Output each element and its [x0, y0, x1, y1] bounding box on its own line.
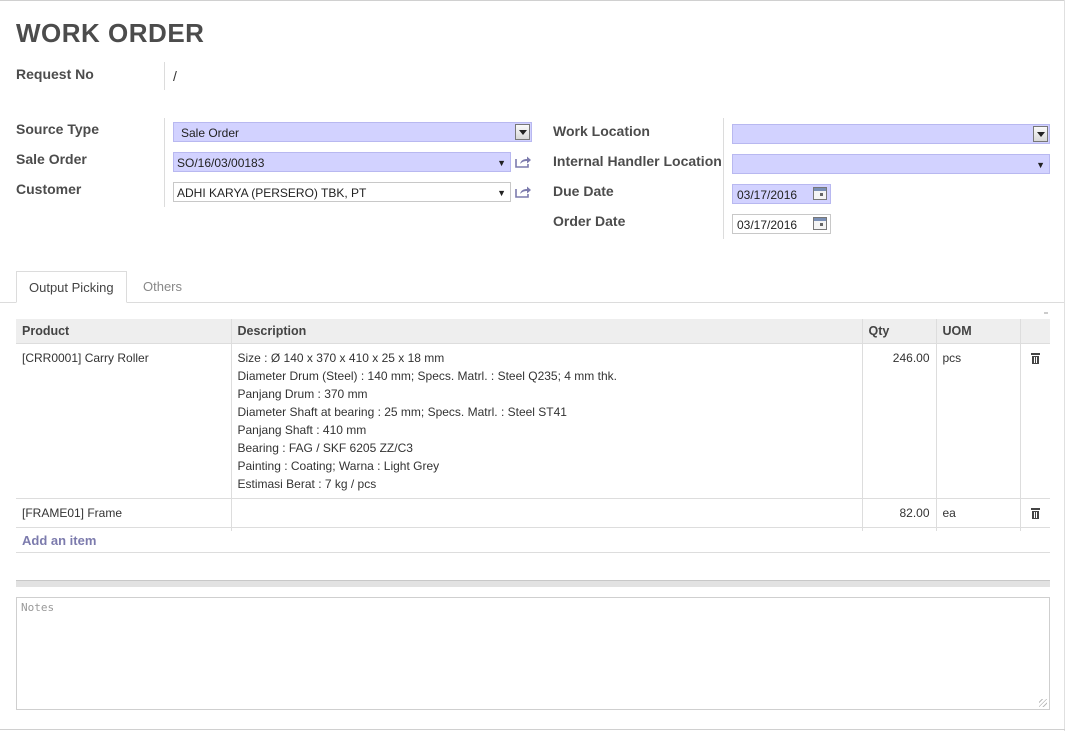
- description-line: Panjang Drum : 370 mm: [237, 387, 368, 401]
- qty-cell[interactable]: 82.00: [861, 498, 936, 531]
- table-row[interactable]: [FRAME01] Frame 82.00 ea: [16, 498, 1050, 531]
- due-date-value: 03/17/2016: [737, 188, 798, 202]
- column-header-uom[interactable]: UOM: [935, 319, 1020, 344]
- external-link-icon[interactable]: [514, 185, 532, 199]
- customer-value: ADHI KARYA (PERSERO) TBK, PT: [177, 186, 367, 200]
- qty-cell[interactable]: 246.00: [861, 343, 936, 499]
- order-date-field[interactable]: 03/17/2016: [732, 214, 831, 234]
- request-no-value: /: [173, 68, 177, 84]
- description-line: Diameter Shaft at bearing : 25 mm; Specs…: [237, 405, 567, 419]
- description-line: Estimasi Berat : 7 kg / pcs: [237, 477, 377, 491]
- request-divider: [164, 62, 165, 90]
- description-line: Size : Ø 140 x 370 x 410 x 25 x 18 mm: [237, 351, 445, 365]
- column-header-product[interactable]: Product: [16, 319, 231, 344]
- bottom-border: [0, 729, 1065, 730]
- internal-handler-location-field[interactable]: ▼: [732, 154, 1050, 174]
- sale-order-label: Sale Order: [16, 151, 87, 167]
- trash-icon[interactable]: [1030, 353, 1040, 364]
- section-separator: [16, 580, 1050, 587]
- chevron-down-icon[interactable]: ▼: [497, 153, 506, 173]
- customer-field[interactable]: ADHI KARYA (PERSERO) TBK, PT ▼: [173, 182, 511, 202]
- tab-others[interactable]: Others: [131, 271, 194, 303]
- delete-cell[interactable]: [1019, 498, 1050, 531]
- description-cell[interactable]: Size : Ø 140 x 370 x 410 x 25 x 18 mm Di…: [230, 343, 862, 499]
- due-date-field[interactable]: 03/17/2016: [732, 184, 831, 204]
- column-header-qty[interactable]: Qty: [861, 319, 936, 344]
- table-row[interactable]: [CRR0001] Carry Roller Size : Ø 140 x 37…: [16, 343, 1050, 499]
- customer-label: Customer: [16, 181, 82, 197]
- uom-cell[interactable]: pcs: [935, 343, 1020, 499]
- order-date-label: Order Date: [553, 213, 626, 229]
- column-header-description[interactable]: Description: [230, 319, 862, 344]
- tab-output-picking[interactable]: Output Picking: [16, 271, 127, 303]
- product-cell[interactable]: [FRAME01] Frame: [16, 498, 231, 531]
- description-cell[interactable]: [230, 498, 862, 531]
- due-date-label: Due Date: [553, 183, 614, 199]
- resize-grip-icon[interactable]: [1039, 699, 1047, 707]
- notes-textarea[interactable]: Notes: [16, 597, 1050, 710]
- output-picking-table: Product Description Qty UOM [CRR0001] Ca…: [16, 319, 1050, 531]
- delete-cell[interactable]: [1019, 343, 1050, 499]
- dropdown-arrow-icon[interactable]: [515, 124, 530, 140]
- request-no-label: Request No: [16, 66, 94, 82]
- chevron-down-icon[interactable]: ▼: [497, 183, 506, 203]
- dropdown-arrow-icon[interactable]: [1033, 126, 1048, 142]
- uom-cell[interactable]: ea: [935, 498, 1020, 531]
- description-line: Panjang Shaft : 410 mm: [237, 423, 367, 437]
- description-line: Bearing : FAG / SKF 6205 ZZ/C3: [237, 441, 413, 455]
- column-header-actions: [1019, 319, 1050, 344]
- chevron-down-icon[interactable]: ▼: [1036, 155, 1045, 175]
- table-header-row: Product Description Qty UOM: [16, 319, 1050, 344]
- left-divider: [164, 118, 165, 207]
- sale-order-field[interactable]: SO/16/03/00183 ▼: [173, 152, 511, 172]
- notes-placeholder: Notes: [21, 601, 55, 614]
- calendar-icon[interactable]: [813, 217, 827, 230]
- calendar-icon[interactable]: [813, 187, 827, 200]
- internal-handler-location-label: Internal Handler Location: [553, 153, 722, 169]
- source-type-label: Source Type: [16, 121, 99, 137]
- add-item-link[interactable]: Add an item: [22, 533, 96, 548]
- order-date-value: 03/17/2016: [737, 218, 798, 232]
- description-line: Painting : Coating; Warna : Light Grey: [237, 459, 440, 473]
- top-border: [0, 0, 1065, 1]
- right-divider: [723, 118, 724, 239]
- external-link-icon[interactable]: [514, 155, 532, 169]
- source-type-select[interactable]: Sale Order: [173, 122, 532, 142]
- scroll-marker: [1044, 312, 1048, 314]
- source-type-value: Sale Order: [181, 126, 240, 140]
- product-cell[interactable]: [CRR0001] Carry Roller: [16, 343, 231, 499]
- work-location-select[interactable]: [732, 124, 1050, 144]
- work-location-label: Work Location: [553, 123, 650, 139]
- trash-icon[interactable]: [1030, 508, 1040, 519]
- page-title: WORK ORDER: [16, 18, 205, 48]
- description-line: Diameter Drum (Steel) : 140 mm; Specs. M…: [237, 369, 617, 383]
- add-item-row: Add an item: [16, 527, 1050, 553]
- sale-order-value: SO/16/03/00183: [177, 156, 265, 170]
